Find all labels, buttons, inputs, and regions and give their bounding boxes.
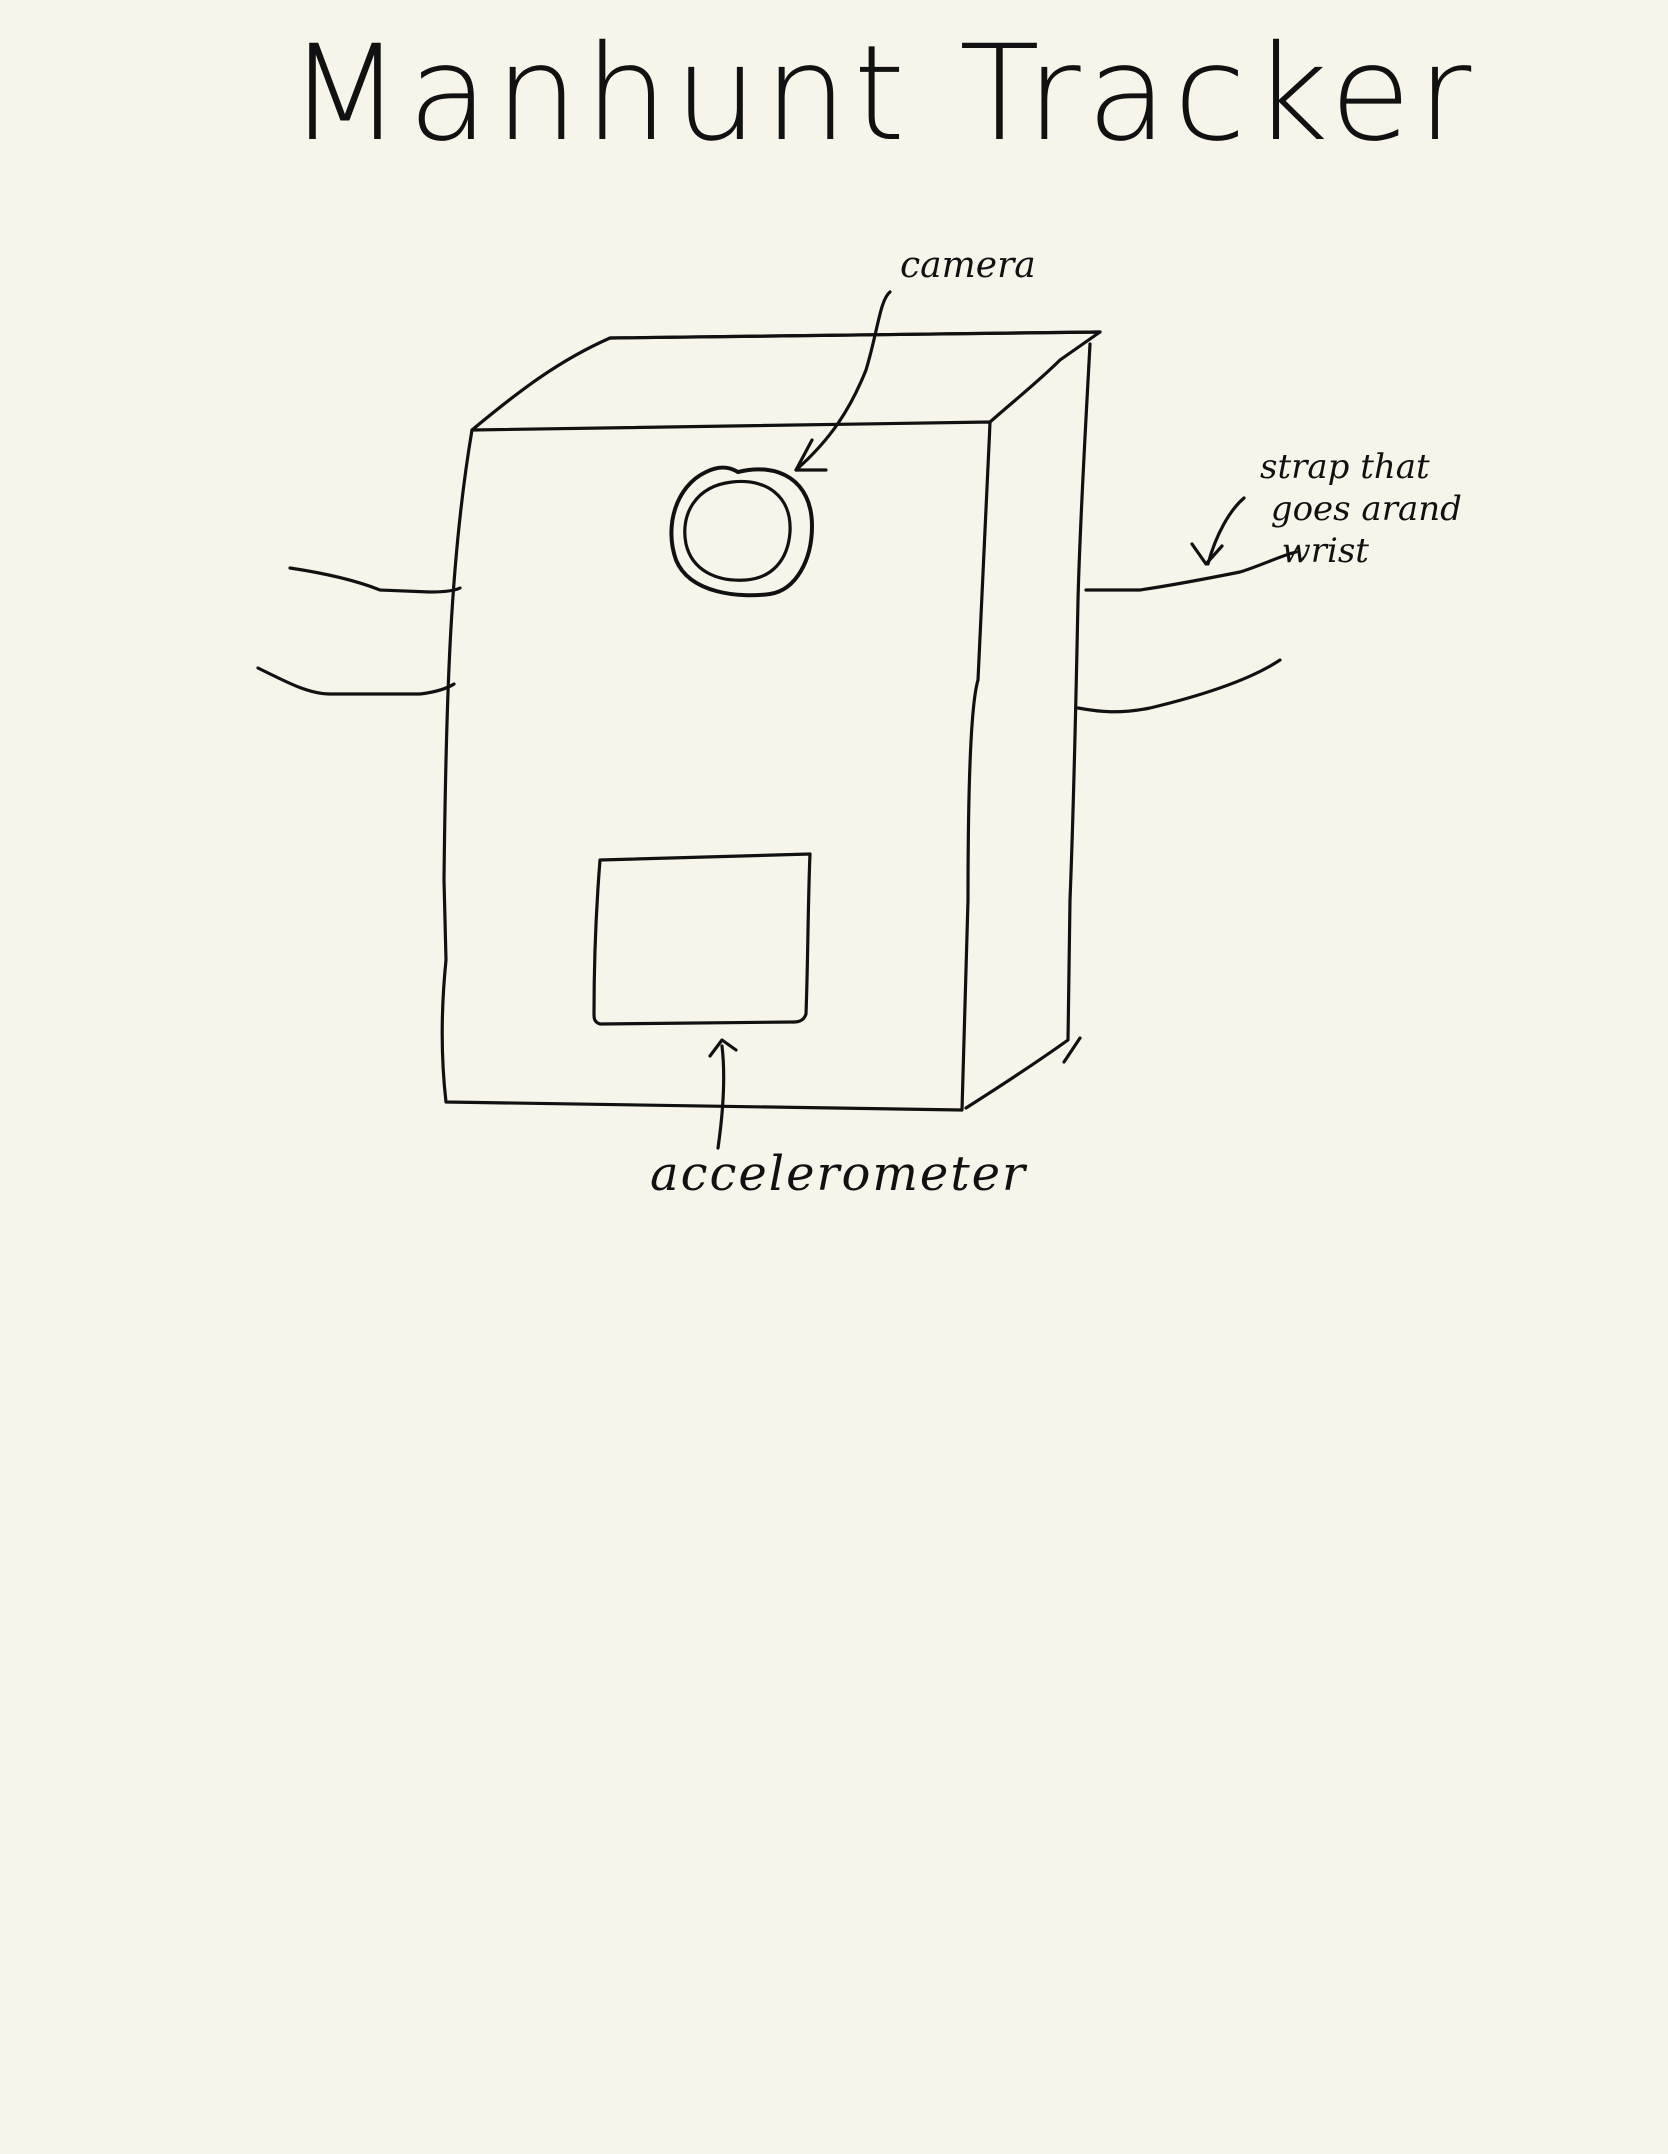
camera-label: camera: [900, 245, 1036, 286]
accelerometer-arrow: [716, 1044, 726, 1150]
strap-arrow-head: [1190, 542, 1224, 566]
strap-left-bottom: [256, 666, 456, 696]
device-box: [440, 330, 1102, 1112]
box-side-face: [964, 342, 1092, 1110]
callout-arrows: [708, 290, 1246, 1150]
page-title: Manhunt Tracker: [288, 17, 1478, 171]
wrist-strap: [256, 550, 1298, 714]
accelerometer-module: [592, 852, 812, 1026]
strap-label: strap that goes arand wrist: [1260, 447, 1462, 571]
box-top-back-edge: [608, 330, 1102, 340]
box-front-face: [440, 420, 992, 1112]
camera-lens: [669, 465, 814, 598]
sketch-canvas: Manhunt Tracker camera strap that goes a…: [0, 0, 1668, 2154]
strap-right-bottom: [1076, 658, 1282, 714]
strap-left-top: [288, 566, 462, 594]
camera-inner-ring: [683, 479, 792, 582]
box-top-face: [470, 330, 1102, 432]
sketch-drawing: [256, 290, 1298, 1150]
accelerometer-label: accelerometer: [650, 1146, 1027, 1202]
